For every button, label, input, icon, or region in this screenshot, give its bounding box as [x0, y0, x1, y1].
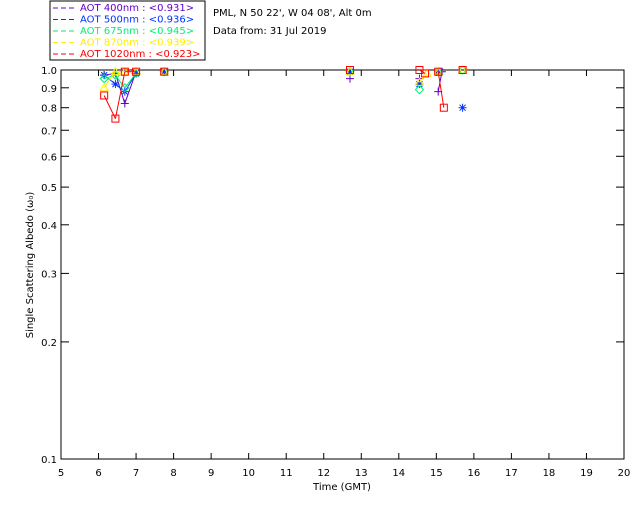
- header-date: Data from: 31 Jul 2019: [213, 26, 326, 37]
- legend-entry: AOT 675nm : <0.945>: [80, 26, 194, 37]
- x-tick-label: 17: [505, 468, 518, 479]
- x-tick-label: 12: [317, 468, 330, 479]
- header-location: PML, N 50 22', W 04 08', Alt 0m: [213, 8, 372, 19]
- y-tick-label: 0.1: [41, 455, 57, 466]
- x-tick-label: 9: [208, 468, 214, 479]
- plot-frame: [60, 69, 625, 460]
- x-axis-label: Time (GMT): [312, 482, 371, 493]
- chart: AOT 400nm : <0.931> AOT 500nm : <0.936> AO…: [0, 0, 640, 512]
- y-tick-label: 0.9: [41, 84, 57, 95]
- x-tick-label: 10: [242, 468, 255, 479]
- y-tick-label: 0.7: [41, 126, 57, 137]
- y-tick-label: 0.4: [41, 221, 57, 232]
- x-tick-label: 18: [543, 468, 556, 479]
- legend-entry: AOT 500nm : <0.936>: [80, 15, 194, 26]
- x-tick-label: 14: [392, 468, 405, 479]
- chart-svg: AOT 400nm : <0.931>AOT 500nm : <0.936>AO…: [25, 0, 631, 493]
- legend-entry: AOT 870nm : <0.939>: [80, 38, 194, 49]
- y-tick-label: 0.5: [41, 183, 57, 194]
- legend-entry: AOT 400nm : <0.931>: [80, 3, 194, 14]
- y-tick-label: 0.6: [41, 152, 57, 163]
- x-tick-label: 13: [355, 468, 368, 479]
- x-tick-label: 11: [280, 468, 293, 479]
- y-tick-label: 0.3: [41, 269, 57, 280]
- y-tick-label: 1.0: [41, 66, 57, 77]
- legend-entry: AOT 1020nm : <0.923>: [80, 49, 200, 60]
- data-point-asterisk: [458, 103, 467, 112]
- data-point-asterisk: [111, 80, 120, 89]
- x-tick-label: 6: [95, 468, 101, 479]
- x-tick-label: 16: [467, 468, 480, 479]
- data-point-plus: [120, 99, 129, 108]
- x-tick-label: 15: [430, 468, 443, 479]
- x-tick-label: 7: [133, 468, 139, 479]
- x-tick-label: 8: [170, 468, 176, 479]
- y-axis-label: Single Scattering Albedo (ω₀): [25, 192, 36, 339]
- x-tick-label: 20: [618, 468, 631, 479]
- y-tick-label: 0.8: [41, 104, 57, 115]
- y-tick-label: 0.2: [41, 338, 57, 349]
- series-line: [419, 69, 426, 74]
- x-tick-label: 5: [58, 468, 64, 479]
- x-tick-label: 19: [580, 468, 593, 479]
